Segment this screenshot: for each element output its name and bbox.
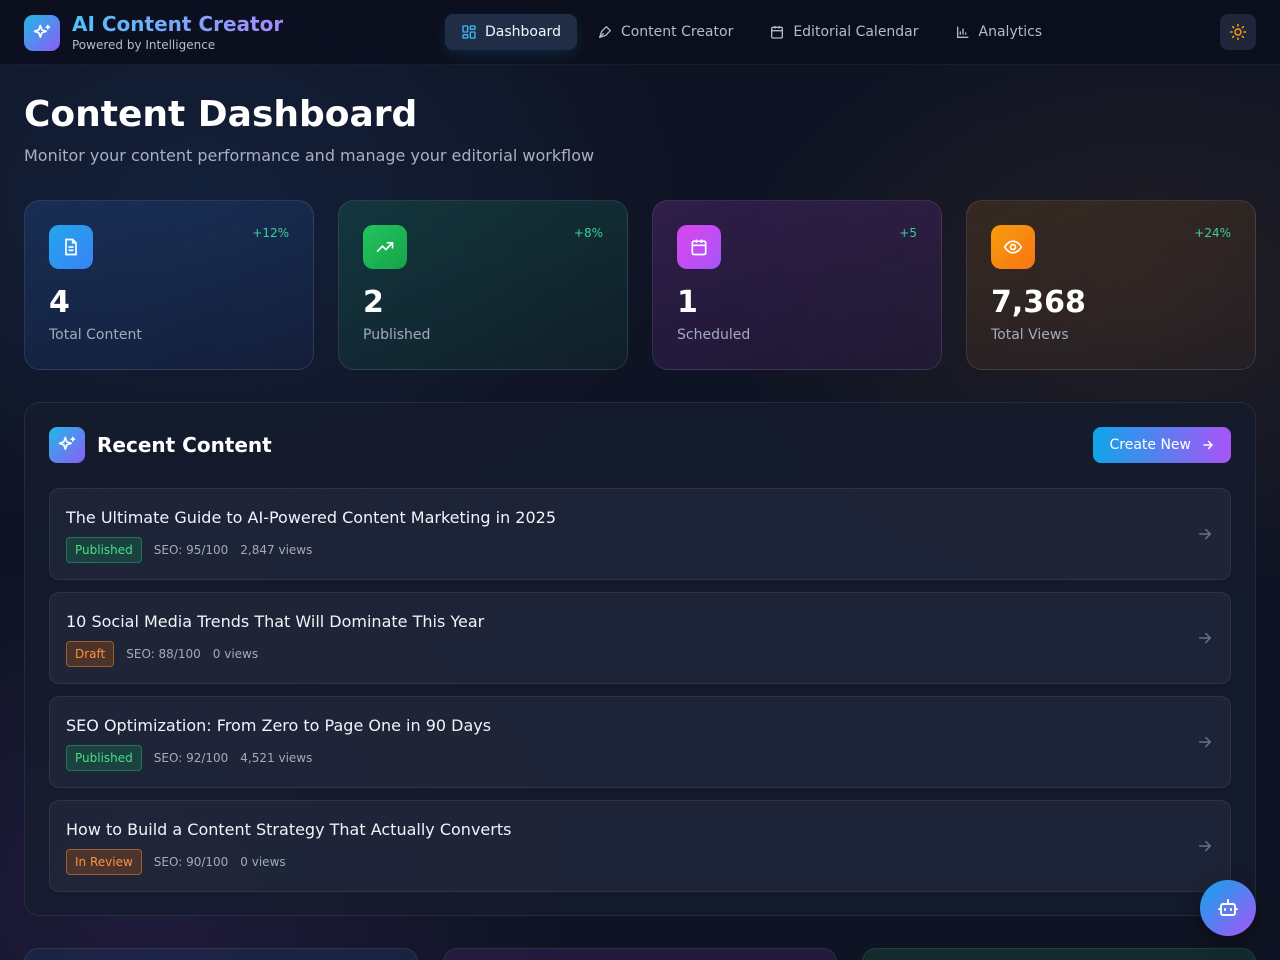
calendar-icon	[677, 225, 721, 269]
stat-value: 1	[677, 285, 698, 320]
trending-up-icon	[363, 225, 407, 269]
nav-label: Content Creator	[620, 24, 734, 40]
arrow-right-icon	[1203, 440, 1213, 450]
recent-content-panel: Recent Content Create New The Ultimate G…	[24, 402, 1256, 916]
stat-card-published[interactable]: +8% 2 Published	[338, 200, 628, 370]
view-count: 4,521 views	[240, 751, 313, 765]
nav-label: Editorial Calendar	[793, 24, 919, 40]
grid-icon	[462, 25, 476, 39]
view-count: 0 views	[240, 855, 286, 869]
app-title: AI Content Creator	[72, 12, 284, 36]
content-title: SEO Optimization: From Zero to Page One …	[66, 716, 492, 735]
stat-label: Published	[363, 327, 431, 343]
nav-content-creator[interactable]: Content Creator	[581, 14, 749, 50]
arrow-right-icon[interactable]	[1196, 837, 1214, 855]
seo-score: SEO: 88/100	[126, 647, 201, 661]
pen-icon	[598, 26, 611, 38]
stat-value: 7,368	[991, 285, 1086, 320]
view-count: 2,847 views	[240, 543, 313, 557]
content-row[interactable]: 10 Social Media Trends That Will Dominat…	[49, 592, 1231, 684]
nav-label: Analytics	[978, 24, 1043, 40]
arrow-right-icon[interactable]	[1196, 629, 1214, 647]
seo-score: SEO: 92/100	[153, 751, 229, 765]
robot-icon	[1218, 899, 1238, 916]
theme-toggle-button[interactable]	[1220, 14, 1256, 50]
stat-change: +24%	[1194, 226, 1231, 240]
page-title: Content Dashboard	[24, 94, 418, 135]
app-subtitle: Powered by Intelligence	[72, 38, 216, 52]
bottom-card	[443, 948, 837, 960]
stat-label: Total Content	[49, 327, 142, 343]
nav-dashboard[interactable]: Dashboard	[445, 14, 577, 50]
seo-score: SEO: 90/100	[153, 855, 229, 869]
stat-card-total-views[interactable]: +24% 7,368 Total Views	[966, 200, 1256, 370]
brand[interactable]: AI Content Creator Powered by Intelligen…	[24, 14, 283, 52]
arrow-right-icon[interactable]	[1196, 525, 1214, 543]
status-badge: In Review	[66, 849, 142, 875]
status-badge: Draft	[66, 641, 115, 667]
create-new-button[interactable]: Create New	[1093, 427, 1231, 463]
content-row[interactable]: The Ultimate Guide to AI-Powered Content…	[49, 488, 1231, 580]
stat-label: Total Views	[991, 327, 1069, 343]
nav-label: Dashboard	[485, 24, 561, 40]
page-subtitle: Monitor your content performance and man…	[24, 146, 595, 165]
stat-change: +8%	[573, 226, 603, 240]
main-nav: Dashboard Content Creator Editorial Cale…	[445, 14, 1058, 50]
eye-icon	[991, 225, 1035, 269]
stat-card-total-content[interactable]: +12% 4 Total Content	[24, 200, 314, 370]
create-new-label: Create New	[1109, 437, 1191, 453]
stat-label: Scheduled	[677, 327, 751, 343]
status-badge: Published	[66, 537, 142, 563]
arrow-right-icon[interactable]	[1196, 733, 1214, 751]
stat-card-scheduled[interactable]: +5 1 Scheduled	[652, 200, 942, 370]
bottom-card	[862, 948, 1256, 960]
content-row[interactable]: How to Build a Content Strategy That Act…	[49, 800, 1231, 892]
ai-assistant-button[interactable]	[1200, 880, 1256, 936]
bottom-card	[24, 948, 418, 960]
content-title: The Ultimate Guide to AI-Powered Content…	[66, 508, 557, 527]
content-title: How to Build a Content Strategy That Act…	[66, 820, 512, 839]
stat-value: 4	[49, 285, 70, 320]
stat-value: 2	[363, 285, 384, 320]
status-badge: Published	[66, 745, 142, 771]
sparkles-icon	[49, 427, 85, 463]
bar-chart-icon	[956, 26, 968, 38]
view-count: 0 views	[212, 647, 259, 661]
app-header: AI Content Creator Powered by Intelligen…	[0, 0, 1280, 65]
sun-icon	[1229, 23, 1247, 41]
calendar-icon	[771, 26, 784, 39]
nav-editorial-calendar[interactable]: Editorial Calendar	[753, 14, 934, 50]
seo-score: SEO: 95/100	[153, 543, 229, 557]
nav-analytics[interactable]: Analytics	[939, 14, 1059, 50]
content-title: 10 Social Media Trends That Will Dominat…	[66, 612, 485, 631]
stat-change: +12%	[252, 226, 289, 240]
document-icon	[49, 225, 93, 269]
section-title: Recent Content	[97, 433, 272, 457]
sparkles-logo-icon	[24, 15, 60, 51]
stat-change: +5	[899, 226, 917, 240]
content-row[interactable]: SEO Optimization: From Zero to Page One …	[49, 696, 1231, 788]
